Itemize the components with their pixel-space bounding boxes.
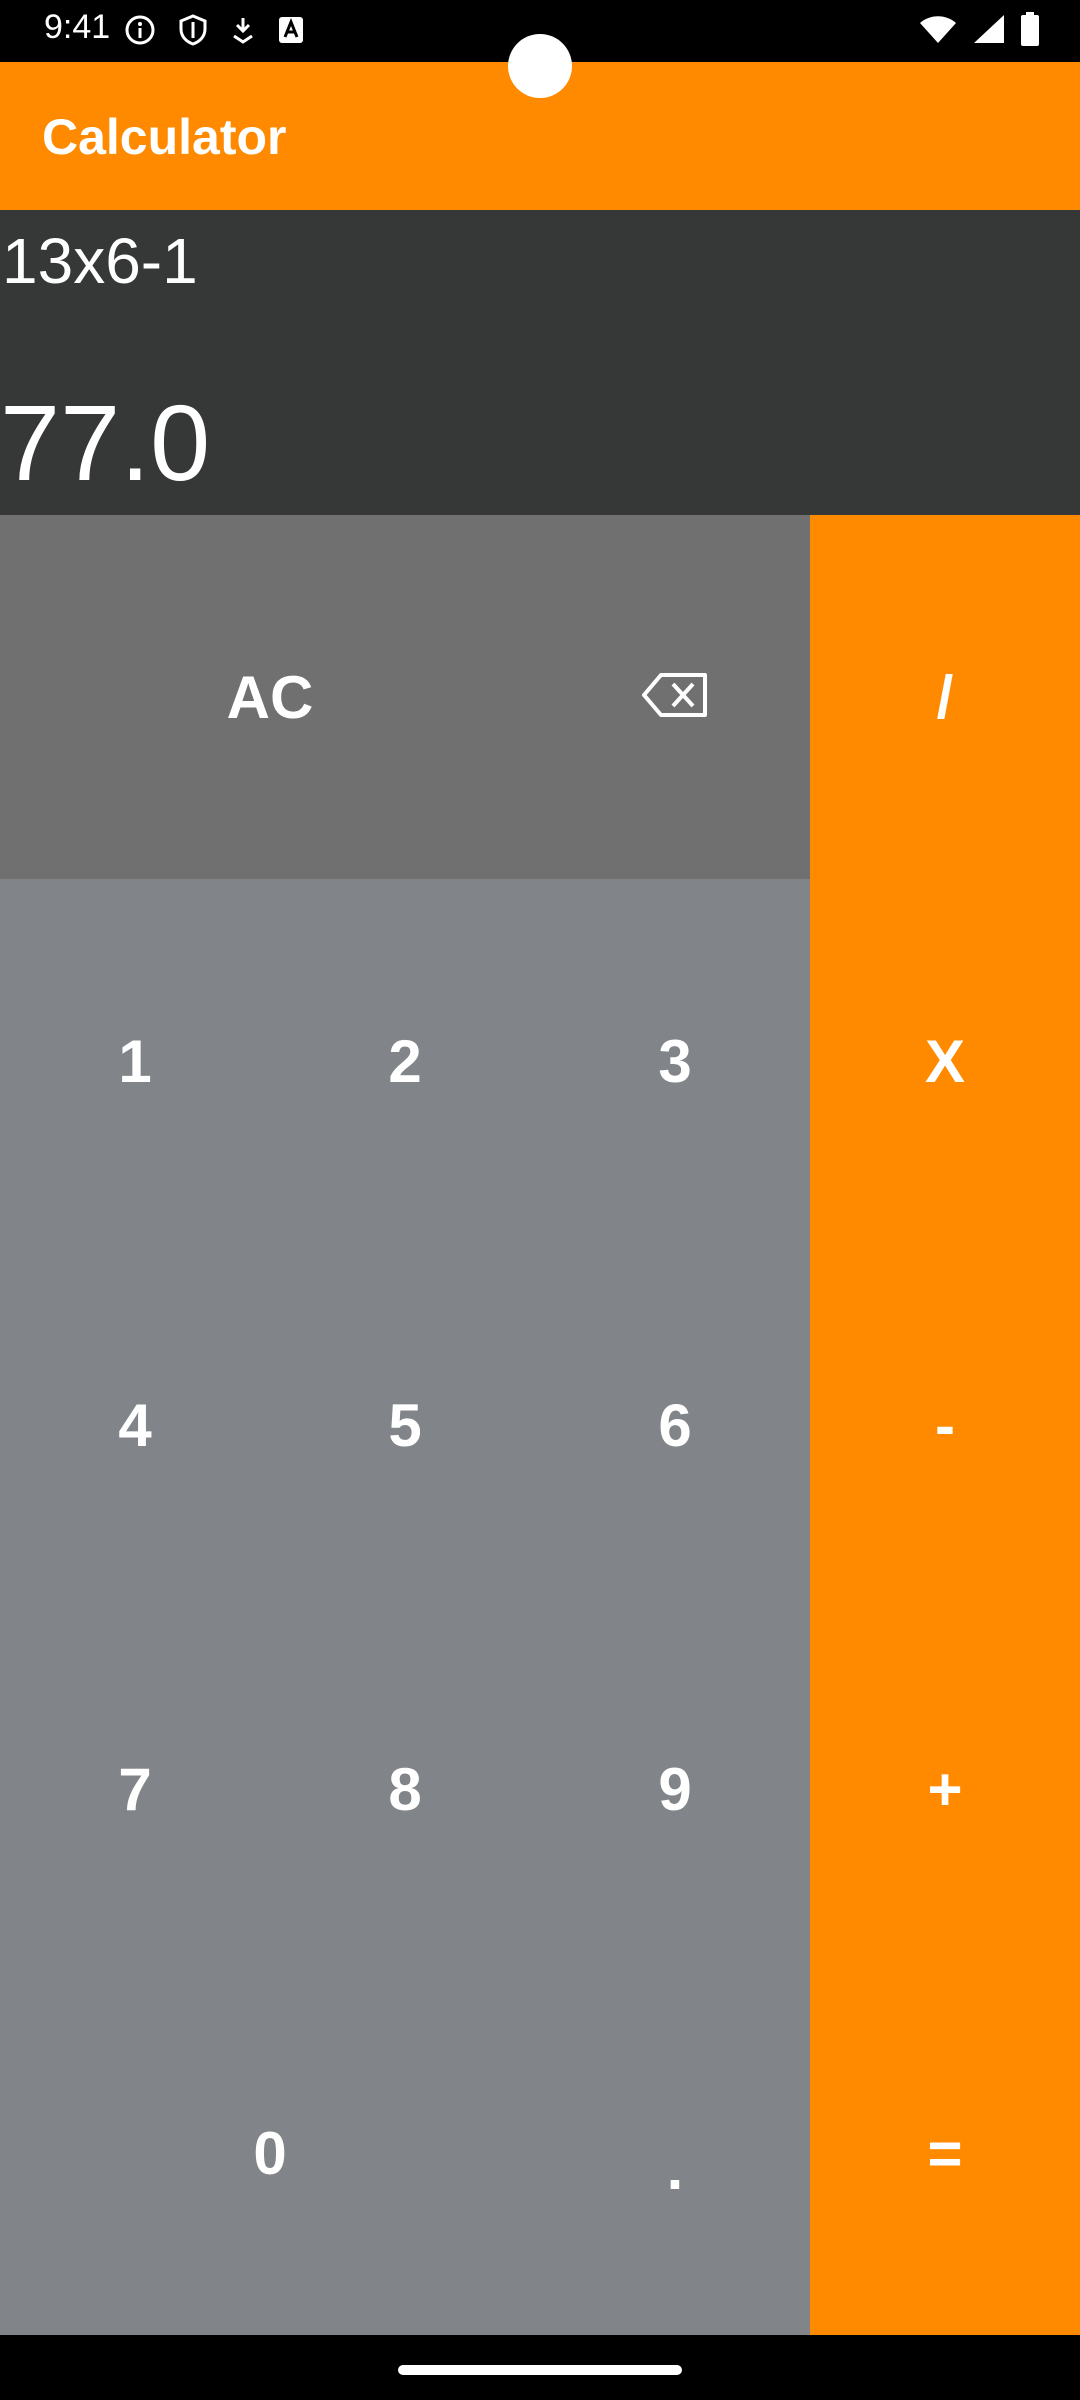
expression-text: 13x6-1 <box>2 225 198 297</box>
decimal-button[interactable]: . <box>540 1971 810 2335</box>
download-icon <box>230 15 256 50</box>
signal-icon <box>972 13 1006 50</box>
backspace-button[interactable] <box>540 515 810 879</box>
keypad: AC / 1 2 3 X 4 5 6 - 7 8 9 + 0 . = <box>0 515 1080 2335</box>
calculator-display: 13x6-1 77.0 <box>0 210 1080 515</box>
equals-button[interactable]: = <box>810 1971 1080 2335</box>
calculator-screen: 9:41 Calculator 13x6-1 77.0 AC / 1 2 3 X… <box>0 0 1080 2400</box>
digit-8-button[interactable]: 8 <box>270 1607 540 1971</box>
digit-3-button[interactable]: 3 <box>540 879 810 1243</box>
backspace-icon <box>641 663 709 732</box>
digit-6-button[interactable]: 6 <box>540 1243 810 1607</box>
digit-9-button[interactable]: 9 <box>540 1607 810 1971</box>
status-icons-left <box>124 14 304 51</box>
digit-0-button[interactable]: 0 <box>0 1971 540 2335</box>
digit-5-button[interactable]: 5 <box>270 1243 540 1607</box>
navigation-bar <box>0 2335 1080 2400</box>
result-text: 77.0 <box>0 382 211 503</box>
subtract-button[interactable]: - <box>810 1243 1080 1607</box>
shield-icon <box>178 14 208 51</box>
text-icon <box>278 16 304 49</box>
digit-2-button[interactable]: 2 <box>270 879 540 1243</box>
digit-4-button[interactable]: 4 <box>0 1243 270 1607</box>
info-icon <box>124 14 156 51</box>
battery-icon <box>1020 12 1040 51</box>
camera-cutout <box>508 34 572 98</box>
add-button[interactable]: + <box>810 1607 1080 1971</box>
multiply-button[interactable]: X <box>810 879 1080 1243</box>
divide-button[interactable]: / <box>810 515 1080 879</box>
digit-7-button[interactable]: 7 <box>0 1607 270 1971</box>
digit-1-button[interactable]: 1 <box>0 879 270 1243</box>
status-icons-right <box>918 12 1040 51</box>
home-handle[interactable] <box>398 2365 682 2375</box>
status-time: 9:41 <box>44 8 111 46</box>
app-title: Calculator <box>42 109 287 165</box>
wifi-icon <box>918 13 958 50</box>
clear-button[interactable]: AC <box>0 515 540 879</box>
